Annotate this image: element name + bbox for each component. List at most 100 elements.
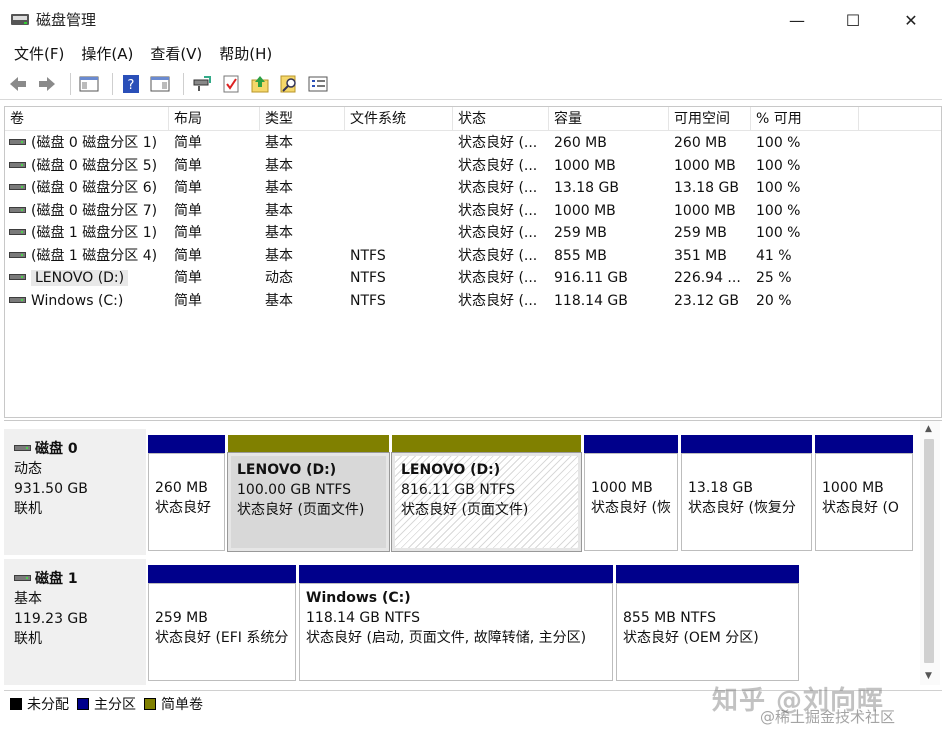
legend-swatch xyxy=(144,697,156,710)
partition-status: 状态良好 (EFI 系统分 xyxy=(155,630,289,646)
toolbar-separator xyxy=(70,72,71,95)
column-header-volume[interactable]: 卷 xyxy=(5,107,169,131)
cell-free-space: 351 MB xyxy=(674,247,727,264)
table-row[interactable]: LENOVO (D:) 简单 动态 NTFS 状态良好 (... 916.11 GB 226… xyxy=(5,267,859,289)
cell-status: 状态良好 (... xyxy=(458,247,538,264)
column-header-capacity[interactable]: 容量 xyxy=(549,107,669,131)
cell-status: 状态良好 (... xyxy=(458,225,538,241)
cell-volume: (磁盘 0 磁盘分区 5) xyxy=(5,155,169,177)
partition-block[interactable]: 13.18 GB 状态良好 (恢复分 xyxy=(681,435,812,553)
cell-filesystem xyxy=(345,177,453,199)
column-header-status[interactable]: 状态 xyxy=(453,107,549,131)
volume-icon xyxy=(9,274,26,280)
volume-name: (磁盘 1 磁盘分区 1) xyxy=(31,225,158,241)
volume-icon xyxy=(9,139,26,145)
partition-type-bar xyxy=(681,435,812,453)
disk-row-0[interactable]: 磁盘 0 动态 931.50 GB 联机 260 MB 状态良好 LENOVO (D… xyxy=(4,429,916,555)
disk-label[interactable]: 磁盘 0 动态 931.50 GB 联机 xyxy=(4,429,146,555)
cell-type: 基本 xyxy=(265,157,293,174)
menu-action[interactable]: 操作(A) xyxy=(75,43,144,64)
partition-details[interactable]: 855 MB NTFS 状态良好 (OEM 分区) xyxy=(616,583,799,681)
table-row[interactable]: Windows (C:) 简单 基本 NTFS 状态良好 (... 118.14 GB 23… xyxy=(5,290,859,312)
volume-icon xyxy=(9,161,26,168)
partition-block[interactable]: LENOVO (D:) 100.00 GB NTFS 状态良好 (页面文件) xyxy=(227,435,390,553)
maximize-button[interactable]: ☐ xyxy=(822,0,884,40)
table-row[interactable]: (磁盘 0 磁盘分区 6) 简单 基本 状态良好 (... 13.18 GB 13.18 … xyxy=(5,177,859,199)
column-header-layout[interactable]: 布局 xyxy=(169,107,260,131)
partition-block[interactable]: 1000 MB 状态良好 (恢 xyxy=(584,435,678,553)
console-tree-icon[interactable] xyxy=(77,72,101,96)
partition-details[interactable]: Windows (C:) 118.14 GB NTFS 状态良好 (启动, 页面文件… xyxy=(299,583,613,681)
column-header-type[interactable]: 类型 xyxy=(260,107,345,131)
partition-spacer xyxy=(688,458,811,478)
disk-row-1[interactable]: 磁盘 1 基本 119.23 GB 联机 259 MB 状态良好 (EFI 系统分… xyxy=(4,559,916,685)
scrollbar-thumb[interactable] xyxy=(924,439,934,663)
partition-block[interactable]: LENOVO (D:) 816.11 GB NTFS 状态良好 (页面文件) xyxy=(391,435,582,553)
legend-item-primary: 主分区 xyxy=(77,694,136,714)
cell-layout: 简单 xyxy=(174,180,202,196)
menu-file[interactable]: 文件(F) xyxy=(8,43,75,64)
partition-block[interactable]: 260 MB 状态良好 xyxy=(148,435,225,553)
volume-list[interactable]: 卷 布局 类型 文件系统 状态 容量 可用空间 % 可用 (磁盘 0 磁盘分区 … xyxy=(4,106,942,418)
forward-icon[interactable] xyxy=(35,72,59,96)
help-icon[interactable]: ? xyxy=(119,72,143,96)
partition-status: 状态良好 (启动, 页面文件, 故障转储, 主分区) xyxy=(306,630,587,646)
table-row[interactable]: (磁盘 0 磁盘分区 1) 简单 基本 状态良好 (... 260 MB 260 MB 10… xyxy=(5,132,859,154)
partition-details[interactable]: LENOVO (D:) 100.00 GB NTFS 状态良好 (页面文件) xyxy=(227,452,390,552)
cell-layout: 简单 xyxy=(174,202,202,219)
partition-details[interactable]: 259 MB 状态良好 (EFI 系统分 xyxy=(148,583,296,681)
export-up-icon[interactable] xyxy=(248,72,272,96)
table-row[interactable]: (磁盘 1 磁盘分区 1) 简单 基本 状态良好 (... 259 MB 259 MB 10… xyxy=(5,222,859,244)
cell-type: 动态 xyxy=(265,270,293,286)
partition-title: LENOVO (D:) xyxy=(237,462,337,478)
close-button[interactable]: ✕ xyxy=(880,0,942,40)
back-icon[interactable] xyxy=(6,72,30,96)
partition-block[interactable]: 259 MB 状态良好 (EFI 系统分 xyxy=(148,565,296,683)
cell-percent-free: 41 % xyxy=(756,247,792,264)
table-row[interactable]: (磁盘 0 磁盘分区 5) 简单 基本 状态良好 (... 1000 MB 1000 MB… xyxy=(5,155,859,177)
disk-label[interactable]: 磁盘 1 基本 119.23 GB 联机 xyxy=(4,559,146,685)
check-icon[interactable] xyxy=(219,72,243,96)
partition-details[interactable]: 260 MB 状态良好 xyxy=(148,453,225,551)
table-row[interactable]: (磁盘 1 磁盘分区 4) 简单 基本 NTFS 状态良好 (... 855 MB 351 … xyxy=(5,245,859,267)
minimize-button[interactable]: — xyxy=(766,0,828,40)
partition-block[interactable]: 1000 MB 状态良好 (O xyxy=(815,435,913,553)
scroll-down-icon[interactable]: ▼ xyxy=(925,671,932,681)
partition-type-bar xyxy=(815,435,913,453)
partition-spacer xyxy=(591,458,677,478)
properties-icon[interactable] xyxy=(148,72,172,96)
search-icon[interactable] xyxy=(277,72,301,96)
column-header-filesystem[interactable]: 文件系统 xyxy=(345,107,453,131)
cell-free-space: 259 MB xyxy=(674,225,727,241)
column-header-percent-free[interactable]: % 可用 xyxy=(751,107,859,131)
menu-view[interactable]: 查看(V) xyxy=(144,43,213,64)
cell-capacity: 260 MB xyxy=(554,135,607,151)
scroll-up-icon[interactable]: ▲ xyxy=(925,424,932,434)
partition-details[interactable]: LENOVO (D:) 816.11 GB NTFS 状态良好 (页面文件) xyxy=(391,452,582,552)
list-icon[interactable] xyxy=(306,72,330,96)
partition-spacer xyxy=(155,588,295,608)
cell-capacity: 855 MB xyxy=(554,247,607,264)
disk-icon xyxy=(14,575,31,581)
partition-status: 状态良好 (O xyxy=(822,500,899,516)
volume-name: (磁盘 0 磁盘分区 1) xyxy=(31,135,158,151)
cell-volume: LENOVO (D:) xyxy=(5,267,169,289)
disk-graphical-pane[interactable]: 磁盘 0 动态 931.50 GB 联机 260 MB 状态良好 LENOVO (D… xyxy=(4,420,942,690)
cell-type: 基本 xyxy=(265,247,293,264)
partition-details[interactable]: 13.18 GB 状态良好 (恢复分 xyxy=(681,453,812,551)
column-header-free-space[interactable]: 可用空间 xyxy=(669,107,751,131)
partition-block[interactable]: 855 MB NTFS 状态良好 (OEM 分区) xyxy=(616,565,799,683)
partition-details[interactable]: 1000 MB 状态良好 (恢 xyxy=(584,453,678,551)
menu-help[interactable]: 帮助(H) xyxy=(213,43,283,64)
partition-details[interactable]: 1000 MB 状态良好 (O xyxy=(815,453,913,551)
table-row[interactable]: (磁盘 0 磁盘分区 7) 简单 基本 状态良好 (... 1000 MB 1000 MB… xyxy=(5,200,859,222)
vertical-scrollbar[interactable]: ▲ ▼ xyxy=(920,421,940,685)
legend-swatch xyxy=(77,697,89,710)
legend-label: 未分配 xyxy=(27,696,69,713)
partition-block[interactable]: Windows (C:) 118.14 GB NTFS 状态良好 (启动, 页面文件… xyxy=(299,565,613,683)
cell-capacity: 13.18 GB xyxy=(554,180,619,196)
partition-status: 状态良好 xyxy=(155,500,211,516)
volume-name: LENOVO (D:) xyxy=(31,270,129,286)
connect-icon[interactable] xyxy=(190,72,214,96)
toolbar: ? xyxy=(0,68,942,100)
